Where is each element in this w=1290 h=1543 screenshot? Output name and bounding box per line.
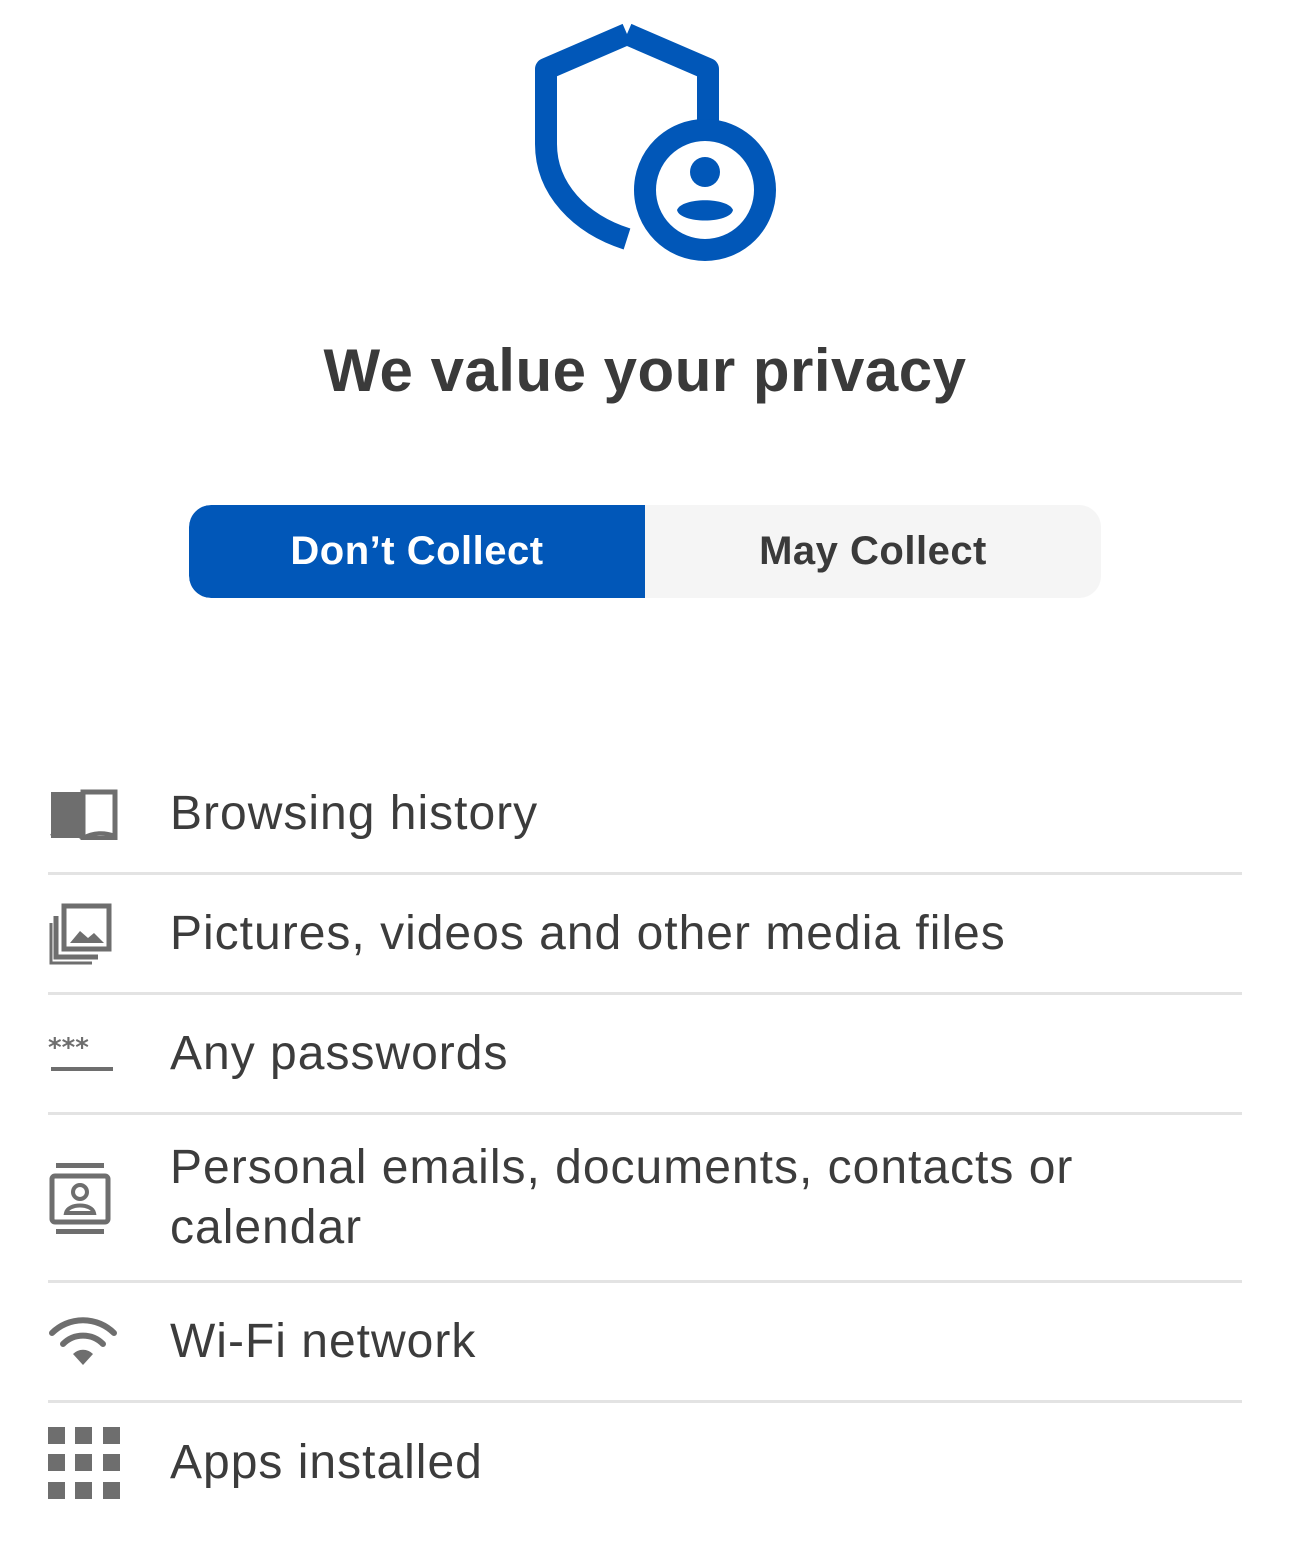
list-item-label: Pictures, videos and other media files (170, 906, 1006, 960)
wifi-icon (48, 1316, 120, 1367)
may-collect-tab[interactable]: May Collect (645, 505, 1101, 598)
list-item: Personal emails, documents, contacts or … (48, 1115, 1242, 1283)
list-item: Wi-Fi network (48, 1283, 1242, 1403)
apps-grid-icon (48, 1427, 120, 1499)
password-icon: *** (48, 1034, 120, 1074)
shield-person-icon (535, 23, 776, 261)
book-icon (48, 788, 120, 840)
svg-text:***: *** (48, 1034, 89, 1063)
list-item-label: Browsing history (170, 786, 539, 840)
contact-card-icon (48, 1161, 120, 1235)
list-item-label: Apps installed (170, 1436, 483, 1489)
collect-toggle: Don’t Collect May Collect (189, 505, 1101, 598)
page-title: We value your privacy (323, 337, 967, 404)
data-list: Browsing history Pictures, videos and ot… (48, 755, 1242, 1523)
list-item: Apps installed (48, 1403, 1242, 1523)
list-item: *** Any passwords (48, 995, 1242, 1115)
dont-collect-tab[interactable]: Don’t Collect (189, 505, 645, 598)
list-item-label: Personal emails, documents, contacts or … (170, 1140, 1074, 1254)
list-item-label: Any passwords (170, 1026, 509, 1080)
list-item-label: Wi-Fi network (170, 1314, 477, 1368)
list-item: Browsing history (48, 755, 1242, 875)
photo-library-icon (48, 903, 120, 965)
list-item: Pictures, videos and other media files (48, 875, 1242, 995)
